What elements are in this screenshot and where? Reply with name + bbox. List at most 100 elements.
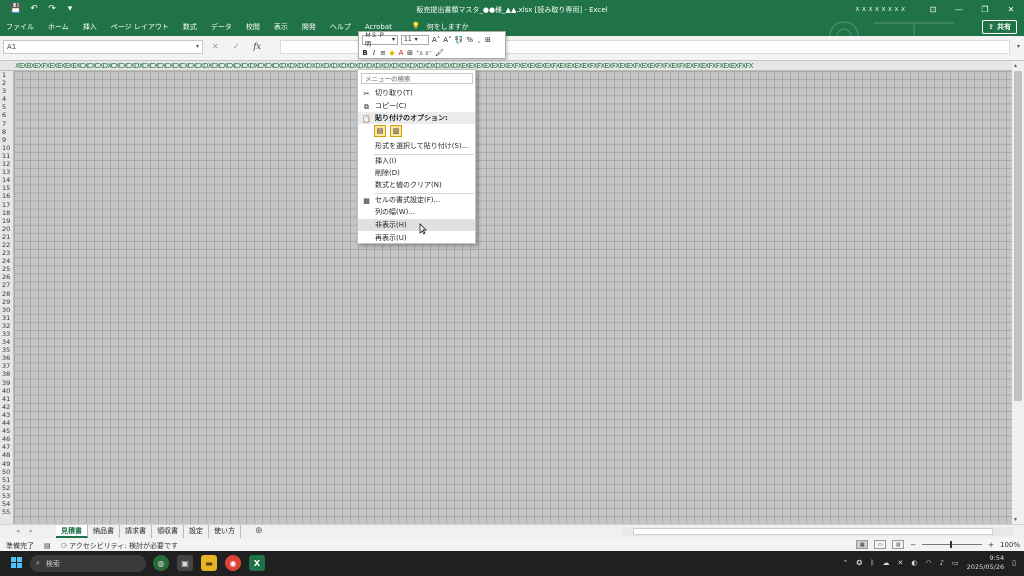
scroll-down-icon[interactable]: ▾ <box>1014 516 1017 523</box>
row-header[interactable]: 13 <box>0 168 13 176</box>
menu-item-unhide[interactable]: 再表示(U) <box>358 232 475 244</box>
sheet-tab-quote[interactable]: 見積書 <box>56 525 88 538</box>
currency-format-icon[interactable]: 💱 <box>455 36 464 44</box>
tab-help[interactable]: ヘルプ <box>330 22 351 32</box>
decrease-font-icon[interactable]: A˅ <box>443 36 451 44</box>
row-header[interactable]: 10 <box>0 144 13 152</box>
insert-function-icon[interactable]: fx <box>253 42 260 51</box>
increase-decimal-icon[interactable]: ⁺₀ <box>416 49 423 57</box>
excel-taskbar-icon[interactable]: X <box>249 555 265 571</box>
paste-icon[interactable]: ▤ <box>374 125 386 137</box>
sheet-tab-receipt[interactable]: 領収書 <box>152 525 184 538</box>
windows-start-icon[interactable] <box>11 557 23 569</box>
chevron-down-icon[interactable]: ▾ <box>196 43 199 50</box>
user-name[interactable]: ｘｘｘｘｘｘｘｘ <box>854 4 907 14</box>
close-button[interactable]: ✕ <box>998 0 1024 18</box>
row-header[interactable]: 50 <box>0 468 13 476</box>
file-explorer-icon[interactable]: ▬ <box>201 555 217 571</box>
row-header[interactable]: 19 <box>0 217 13 225</box>
row-header[interactable]: 7 <box>0 120 13 128</box>
row-header[interactable]: 30 <box>0 306 13 314</box>
row-header[interactable]: 48 <box>0 451 13 459</box>
ribbon-display-options-button[interactable]: ⊡ <box>920 0 946 18</box>
row-header[interactable]: 4 <box>0 95 13 103</box>
hscroll-thumb[interactable] <box>633 528 993 535</box>
row-header[interactable]: 45 <box>0 427 13 435</box>
menu-item-clear-contents[interactable]: 数式と値のクリア(N) <box>358 179 475 191</box>
row-header[interactable]: 32 <box>0 322 13 330</box>
row-header[interactable]: 34 <box>0 338 13 346</box>
widgets-icon[interactable]: ◍ <box>153 555 169 571</box>
row-header[interactable]: 42 <box>0 403 13 411</box>
vertical-scrollbar[interactable]: ▴ ▾ <box>1012 61 1024 524</box>
tool-icon[interactable]: ✕ <box>897 559 903 567</box>
row-header[interactable]: 53 <box>0 492 13 500</box>
notification-icon[interactable]: ▯ <box>1012 559 1016 567</box>
menu-item-insert[interactable]: 挿入(I) <box>358 155 475 167</box>
font-size-select[interactable]: 11 ▾ <box>401 34 429 45</box>
row-header[interactable]: 25 <box>0 265 13 273</box>
row-header[interactable]: 47 <box>0 443 13 451</box>
chrome-icon[interactable]: ◉ <box>225 555 241 571</box>
expand-formula-bar-icon[interactable]: ▾ <box>1017 43 1020 50</box>
row-header[interactable]: 12 <box>0 160 13 168</box>
column-headers[interactable]: XEXBXEXFXEXEXEXEXCXCXCXDXCXCXCXDXCXCXCXC… <box>0 61 1012 71</box>
row-header[interactable]: 31 <box>0 314 13 322</box>
menu-item-copy[interactable]: ⧉ コピー(C) <box>358 100 475 112</box>
row-header[interactable]: 35 <box>0 346 13 354</box>
tab-developer[interactable]: 開発 <box>302 22 316 32</box>
row-header[interactable]: 15 <box>0 184 13 192</box>
tab-data[interactable]: データ <box>211 22 232 32</box>
security-icon[interactable]: ✪ <box>856 559 862 567</box>
row-header[interactable]: 5 <box>0 103 13 111</box>
format-painter-icon[interactable]: 🖌 <box>435 49 444 57</box>
menu-item-paste-special[interactable]: 形式を選択して貼り付け(S)... <box>358 140 475 152</box>
row-header[interactable]: 21 <box>0 233 13 241</box>
zoom-level[interactable]: 100% <box>1000 541 1020 549</box>
onedrive-icon[interactable]: ◐ <box>911 559 917 567</box>
row-header[interactable]: 24 <box>0 257 13 265</box>
chevron-up-icon[interactable]: ⌃ <box>843 559 849 567</box>
name-box[interactable]: A1 ▾ <box>3 40 203 54</box>
row-header[interactable]: 33 <box>0 330 13 338</box>
table-format-icon[interactable]: ⊞ <box>485 36 491 44</box>
row-header[interactable]: 46 <box>0 435 13 443</box>
zoom-in-button[interactable]: + <box>988 541 994 549</box>
font-name-select[interactable]: ＭＳ Ｐ明 ▾ <box>362 32 398 48</box>
row-header[interactable]: 1 <box>0 71 13 79</box>
row-header[interactable]: 55 <box>0 508 13 516</box>
comma-style-button[interactable]: , <box>476 36 482 44</box>
tab-page-layout[interactable]: ページ レイアウト <box>111 22 169 32</box>
row-header[interactable]: 3 <box>0 87 13 95</box>
cancel-entry-icon[interactable]: ✕ <box>212 42 219 51</box>
page-break-view-icon[interactable]: ▥ <box>892 540 905 549</box>
sheet-tab-howto[interactable]: 使い方 <box>209 525 241 538</box>
row-header[interactable]: 8 <box>0 128 13 136</box>
tab-insert[interactable]: 挿入 <box>83 22 97 32</box>
add-sheet-icon[interactable]: ⊕ <box>255 525 263 538</box>
row-header[interactable]: 54 <box>0 500 13 508</box>
macro-record-icon[interactable]: ▤ <box>44 542 51 550</box>
tab-file[interactable]: ファイル <box>6 22 34 32</box>
row-header[interactable]: 39 <box>0 379 13 387</box>
row-header[interactable]: 29 <box>0 298 13 306</box>
align-center-icon[interactable]: ≡ <box>380 49 386 57</box>
row-header[interactable]: 52 <box>0 484 13 492</box>
bluetooth-icon[interactable]: ᛒ <box>870 559 874 567</box>
row-header[interactable]: 38 <box>0 370 13 378</box>
wifi-icon[interactable]: ◠ <box>925 559 931 567</box>
increase-font-icon[interactable]: A˄ <box>432 36 440 44</box>
next-sheet-icon[interactable]: ▸ <box>30 527 34 535</box>
prev-sheet-icon[interactable]: ◂ <box>16 527 20 535</box>
worksheet-grid[interactable] <box>14 71 1012 524</box>
menu-item-format-cells[interactable]: ▦ セルの書式設定(F)... <box>358 194 475 206</box>
row-header[interactable]: 20 <box>0 225 13 233</box>
volume-icon[interactable]: ♪ <box>940 559 944 567</box>
row-header[interactable]: 49 <box>0 460 13 468</box>
tab-review[interactable]: 校閲 <box>246 22 260 32</box>
taskbar-search[interactable]: ⌕ 検索 <box>30 555 146 572</box>
menu-item-cut[interactable]: ✂ 切り取り(T) <box>358 87 475 99</box>
paste-values-icon[interactable]: ▥ <box>390 125 402 137</box>
percent-style-button[interactable]: % <box>466 36 473 44</box>
row-header[interactable]: 28 <box>0 290 13 298</box>
